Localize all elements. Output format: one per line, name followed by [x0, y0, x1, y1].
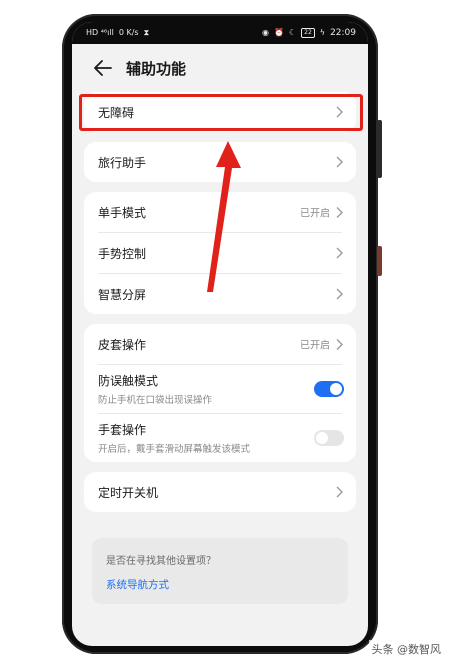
setting-row-one-hand-mode[interactable]: 单手模式 已开启	[84, 192, 356, 232]
setting-row-glove-mode: 手套操作 开启后，戴手套滑动屏幕触发该模式	[84, 414, 356, 462]
settings-card-protection: 皮套操作 已开启 防误触模式 防止手机在口袋出现误操作 手套操作 开启后，戴手套…	[84, 324, 356, 462]
chevron-right-icon	[336, 206, 343, 218]
setting-label: 定时开关机	[98, 485, 159, 500]
setting-description: 防止手机在口袋出现误操作	[98, 395, 213, 406]
chevron-right-icon	[336, 247, 343, 259]
setting-label: 智慧分屏	[98, 287, 147, 302]
clock: 22:09	[330, 28, 356, 38]
setting-label: 旅行助手	[98, 155, 147, 170]
eye-icon: ◉	[262, 28, 269, 37]
setting-row-anti-mistouch: 防误触模式 防止手机在口袋出现误操作	[84, 365, 356, 413]
setting-label: 防误触模式	[98, 374, 159, 388]
alarm-icon: ⏰	[274, 28, 284, 37]
battery-icon: 22	[301, 28, 315, 38]
setting-label: 手势控制	[98, 246, 147, 261]
anti-mistouch-toggle[interactable]	[314, 381, 344, 397]
settings-card-travel: 旅行助手	[84, 142, 356, 182]
chevron-right-icon	[336, 486, 343, 498]
watermark: 头条 @数智风	[368, 640, 444, 658]
power-button	[377, 246, 382, 276]
charging-icon: ϟ	[319, 28, 326, 37]
setting-row-gesture-control[interactable]: 手势控制	[84, 233, 356, 273]
setting-row-travel-assistant[interactable]: 旅行助手	[84, 142, 356, 182]
status-text: 已开启	[300, 340, 330, 352]
chevron-right-icon	[336, 288, 343, 300]
settings-card-schedule: 定时开关机	[84, 472, 356, 512]
setting-row-scheduled-power[interactable]: 定时开关机	[84, 472, 356, 512]
setting-label: 手套操作	[98, 423, 147, 437]
suggestion-question: 是否在寻找其他设置项？	[106, 556, 216, 567]
status-text: 已开启	[300, 208, 330, 220]
hourglass-icon: ⧗	[143, 28, 150, 37]
moon-icon: ☾	[288, 28, 297, 37]
header: 辅助功能	[72, 44, 368, 92]
setting-row-smart-split-screen[interactable]: 智慧分屏	[84, 274, 356, 314]
setting-row-cover-operation[interactable]: 皮套操作 已开启	[84, 324, 356, 364]
chevron-right-icon	[336, 156, 343, 168]
settings-card-gestures: 单手模式 已开启 手势控制 智慧分屏	[84, 192, 356, 314]
annotation-highlight-box	[79, 94, 363, 131]
suggestion-card: 是否在寻找其他设置项？ 系统导航方式	[92, 538, 348, 604]
system-navigation-link[interactable]: 系统导航方式	[106, 577, 334, 592]
setting-description: 开启后，戴手套滑动屏幕触发该模式	[98, 444, 251, 455]
chevron-right-icon	[336, 338, 343, 350]
network-speed: 0 K/s	[118, 28, 139, 37]
glove-mode-toggle[interactable]	[314, 430, 344, 446]
volume-button	[377, 120, 382, 178]
signal-icon: HD ⁴⁶ıll	[86, 28, 114, 37]
page-title: 辅助功能	[126, 59, 187, 78]
status-bar: HD ⁴⁶ıll 0 K/s ⧗ ◉ ⏰ ☾ 22 ϟ 22:09	[72, 22, 368, 44]
back-arrow-icon[interactable]	[92, 57, 114, 79]
